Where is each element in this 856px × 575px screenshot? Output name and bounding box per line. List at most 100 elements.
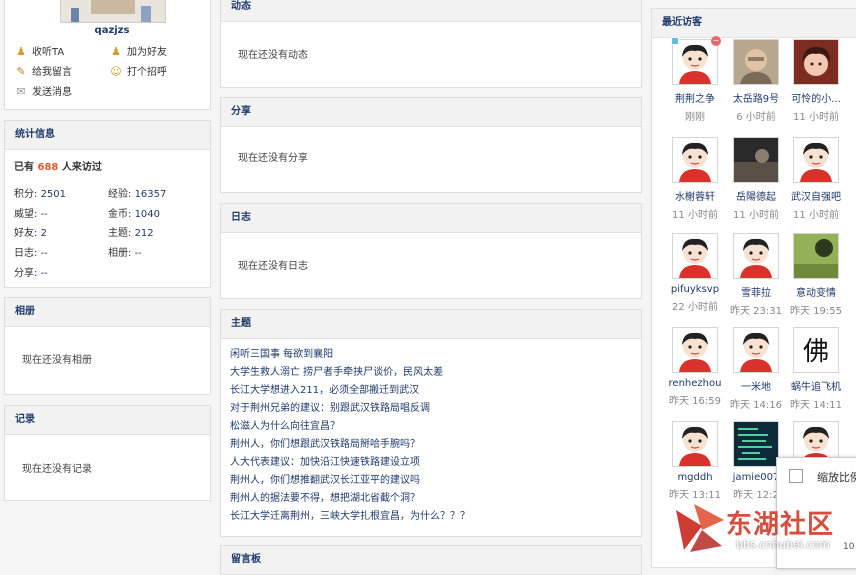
visitor-time: 昨天 13:11	[669, 490, 721, 501]
leave-message-action[interactable]: ✎ 给我留言	[14, 66, 72, 80]
blog-title: 日志	[221, 204, 641, 233]
stat-topics[interactable]: 主题: 212	[108, 224, 154, 239]
topic-link[interactable]: 对于荆州兄弟的建议：别跟武汉铁路局唱反调	[230, 400, 632, 418]
visitor-name[interactable]: mgddh	[665, 472, 725, 483]
topic-link[interactable]: 长江大学迁离荆州，三峡大学扎根宜昌，为什么？？？	[230, 508, 632, 526]
visitor-avatar[interactable]	[793, 233, 839, 279]
visitor-avatar[interactable]	[672, 421, 718, 467]
visitor-item[interactable]: 可怜的小... 11 小时前	[786, 39, 846, 123]
topic-link[interactable]: 松滋人为什么向往宜昌？	[230, 418, 632, 436]
follow-action[interactable]: ♟ 收听TA	[14, 46, 64, 60]
svg-text:佛: 佛	[803, 337, 829, 367]
visitor-time: 昨天 19:55	[790, 306, 842, 317]
visitor-avatar[interactable]	[793, 39, 839, 85]
topics-panel: 主题 闲听三国事 每欲到襄阳 大学生救人溺亡 捞尸者手牵挟尸谈价，民风太差 长江…	[220, 309, 642, 537]
topic-link[interactable]: 长江大学想进入211，必须全部搬迁到武汉	[230, 382, 632, 400]
visits-line: 已有 688 人来访过	[14, 162, 102, 173]
zoom-label: 缩放比例	[817, 471, 856, 484]
visitor-item[interactable]: renhezhou 昨天 16:59	[665, 327, 725, 407]
visitor-name[interactable]: 岳陽德起	[726, 188, 786, 203]
visitor-avatar[interactable]	[672, 39, 718, 85]
visitor-name[interactable]: 一米地	[726, 378, 786, 393]
visitor-item[interactable]: 水榭蓉轩 11 小时前	[665, 137, 725, 221]
visitor-name[interactable]: 水榭蓉轩	[665, 188, 725, 203]
visitor-name[interactable]: 武汉自强吧	[786, 188, 846, 203]
greet-action[interactable]: ☺ 打个招呼	[109, 66, 167, 80]
visitor-name[interactable]: renhezhou	[665, 378, 725, 389]
visitor-name[interactable]: 荆荆之争	[665, 90, 725, 105]
visitor-time: 昨天 14:11	[790, 400, 842, 411]
share-title: 分享	[221, 98, 641, 127]
visitors-title: 最近访客	[652, 9, 856, 38]
visitor-name[interactable]: 可怜的小...	[786, 90, 846, 105]
visitor-avatar[interactable]	[672, 137, 718, 183]
album-title: 相册	[5, 298, 210, 327]
visitor-time: 11 小时前	[733, 210, 779, 221]
envelope-icon: ✉	[16, 85, 26, 98]
visitor-time: 11 小时前	[672, 210, 718, 221]
visitor-avatar[interactable]	[733, 421, 779, 467]
username[interactable]: qazjzs	[5, 25, 219, 36]
records-title: 记录	[5, 406, 210, 435]
share-empty: 现在还没有分享	[238, 153, 308, 164]
zoom-checkbox[interactable]	[789, 469, 803, 483]
site-watermark: 东湖社区 bbs.cnhubei.com	[672, 500, 856, 556]
visitor-avatar[interactable]	[733, 39, 779, 85]
visitor-avatar[interactable]	[733, 137, 779, 183]
send-message-action[interactable]: ✉ 发送消息	[14, 86, 72, 100]
stat-friends[interactable]: 好友: 2	[14, 224, 47, 239]
guestbook-title: 留言板	[221, 546, 641, 575]
visitor-time: 22 小时前	[672, 302, 718, 313]
visitor-time: 11 小时前	[793, 210, 839, 221]
online-dot-icon	[671, 37, 679, 45]
visitor-item[interactable]: 雪菲拉 昨天 23:31	[726, 233, 786, 317]
stat-shares: 分享: --	[14, 268, 48, 279]
visitor-item[interactable]: 一米地昨天 14:16	[726, 327, 786, 411]
user-avatar[interactable]	[60, 0, 166, 23]
topic-link[interactable]: 大学生救人溺亡 捞尸者手牵挟尸谈价，民风太差	[230, 364, 632, 382]
greet-icon: ☺	[110, 65, 122, 78]
visits-count: 688	[37, 162, 59, 173]
stat-albums: 相册: --	[108, 248, 142, 259]
blog-empty: 现在还没有日志	[238, 261, 308, 272]
visitor-avatar[interactable]	[793, 137, 839, 183]
topic-link[interactable]: 人大代表建议：加快沿江快速铁路建设立项	[230, 454, 632, 472]
topic-link[interactable]: 荆州人，你们想跟武汉铁路局掰哈手腕吗？	[230, 436, 632, 454]
stat-exp: 经验: 16357	[108, 189, 167, 200]
visitor-avatar[interactable]: 佛	[793, 327, 839, 373]
visitor-time: 11 小时前	[793, 112, 839, 123]
visitor-time: 昨天 14:16	[730, 400, 782, 411]
visitor-item[interactable]: − 荆荆之争 刚刚	[665, 36, 725, 123]
visitor-item[interactable]: 佛蜗牛追飞机昨天 14:11	[786, 327, 846, 411]
album-panel: 相册 现在还没有相册	[4, 297, 211, 395]
visitor-name[interactable]: 太岳路9号	[726, 90, 786, 105]
visitor-item[interactable]: mgddh 昨天 13:11	[665, 421, 725, 501]
visitor-avatar[interactable]	[733, 233, 779, 279]
records-empty: 现在还没有记录	[22, 464, 92, 475]
visitor-item[interactable]: pifuyksvp 22 小时前	[665, 233, 725, 313]
visitor-item[interactable]: 太岳路9号 6 小时前	[726, 39, 786, 123]
topic-link[interactable]: 荆州人的据法要不得，想把湖北省截个洞？	[230, 490, 632, 508]
visitor-name[interactable]: 蜗牛追飞机	[786, 378, 846, 393]
visitor-name[interactable]: 雪菲拉	[726, 284, 786, 299]
visitor-avatar[interactable]	[672, 233, 718, 279]
visitor-avatar[interactable]	[672, 327, 718, 373]
share-panel: 分享 现在还没有分享	[220, 97, 642, 193]
visitor-time: 昨天 16:59	[669, 396, 721, 407]
remove-visitor-icon[interactable]: −	[711, 36, 721, 46]
visitor-item[interactable]: 武汉自强吧 11 小时前	[786, 137, 846, 221]
visitor-item[interactable]: 岳陽德起 11 小时前	[726, 137, 786, 221]
topic-link[interactable]: 荆州人，你们想推翻武汉长江亚平的建议吗	[230, 472, 632, 490]
visitor-item[interactable]: 意动变情昨天 19:55	[786, 233, 846, 317]
add-friend-action[interactable]: ♟ 加为好友	[109, 46, 167, 60]
visitor-avatar[interactable]	[733, 327, 779, 373]
records-panel: 记录 现在还没有记录	[4, 405, 211, 501]
watermark-logo	[676, 504, 724, 552]
stats-title: 统计信息	[5, 121, 210, 150]
visitor-name[interactable]: 意动变情	[786, 284, 846, 299]
topic-link[interactable]: 闲听三国事 每欲到襄阳	[230, 346, 632, 364]
stats-panel: 统计信息 已有 688 人来访过 积分: 2501 经验: 16357 威望: …	[4, 120, 211, 288]
stat-blogs: 日志: --	[14, 248, 48, 259]
topics-list: 闲听三国事 每欲到襄阳 大学生救人溺亡 捞尸者手牵挟尸谈价，民风太差 长江大学想…	[221, 339, 641, 533]
visitor-name[interactable]: pifuyksvp	[665, 284, 725, 295]
